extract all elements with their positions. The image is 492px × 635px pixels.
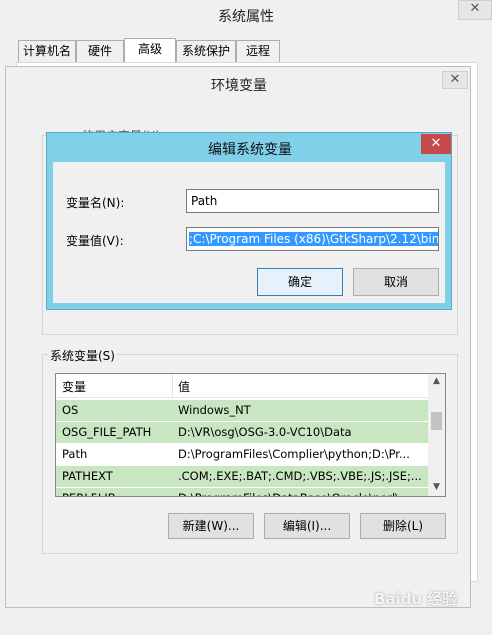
chevron-down-icon[interactable]: ▼ — [428, 482, 445, 492]
row-variable-value: .COM;.EXE;.BAT;.CMD;.VBS;.VBE;.JS;.JSE;.… — [178, 469, 422, 483]
table-row[interactable]: OSG_FILE_PATH D:\VR\osg\OSG-3.0-VC10\Data — [56, 422, 428, 443]
row-variable-name: PERL5LIB — [62, 488, 116, 496]
tab-hardware[interactable]: 硬件 — [76, 40, 124, 62]
baidu-watermark: Baidu 经验 — [374, 590, 458, 608]
edit-variable-button[interactable]: 编辑(I)... — [264, 513, 350, 539]
tab-remote[interactable]: 远程 — [236, 40, 280, 62]
edit-dialog-cancel-button[interactable]: 取消 — [353, 268, 439, 296]
system-properties-title: 系统属性 — [218, 9, 274, 25]
row-variable-name: PATHEXT — [62, 469, 113, 483]
environment-variables-title: 环境变量 — [211, 78, 267, 94]
system-variables-list[interactable]: 变量 值 OS Windows_NT OSG_FILE_PATH D:\VR\osg\… — [55, 373, 446, 497]
delete-variable-button[interactable]: 删除(L) — [360, 513, 446, 539]
close-icon: ✕ — [449, 72, 461, 87]
system-properties-close-button[interactable]: ✕ — [458, 0, 492, 20]
edit-dialog-ok-button[interactable]: 确定 — [257, 268, 343, 296]
table-row[interactable]: PATHEXT .COM;.EXE;.BAT;.CMD;.VBS;.VBE;.JS… — [56, 466, 428, 487]
row-variable-value: D:\ProgramFiles\Complier\python;D:\Pr... — [178, 447, 410, 461]
close-icon: ✕ — [469, 1, 481, 16]
new-variable-button[interactable]: 新建(W)... — [168, 513, 254, 539]
column-header-value[interactable]: 值 — [178, 378, 190, 395]
column-header-variable[interactable]: 变量 — [62, 378, 170, 395]
edit-dialog-title: 编辑系统变量 — [208, 142, 292, 158]
variable-value-input[interactable]: ;C:\Program Files (x86)\GtkSharp\2.12\bi… — [186, 227, 439, 251]
tab-strip: 计算机名 硬件 高级 系统保护 远程 — [18, 38, 288, 64]
row-variable-name: OS — [62, 403, 79, 417]
tab-computer-name[interactable]: 计算机名 — [18, 40, 76, 62]
edit-dialog-body: 变量名(N): Path 变量值(V): ;C:\Program Files (… — [53, 162, 445, 303]
row-variable-name: Path — [62, 447, 88, 461]
system-variables-label: 系统变量(S) — [48, 347, 117, 364]
edit-system-variable-dialog: 编辑系统变量 ✕ 变量名(N): Path 变量值(V): ;C:\Progra… — [46, 132, 452, 310]
column-divider — [172, 374, 173, 398]
tab-system-protection[interactable]: 系统保护 — [176, 40, 236, 62]
tab-advanced[interactable]: 高级 — [124, 38, 176, 62]
variable-name-input[interactable]: Path — [186, 189, 439, 213]
row-variable-name: OSG_FILE_PATH — [62, 425, 152, 439]
environment-variables-close-button[interactable]: ✕ — [442, 71, 468, 89]
close-icon: ✕ — [430, 136, 442, 151]
row-variable-value: D:\VR\osg\OSG-3.0-VC10\Data — [178, 425, 352, 439]
table-row[interactable]: Path D:\ProgramFiles\Complier\python;D:\P… — [56, 444, 428, 465]
table-row[interactable]: PERL5LIB D:\ProgramFiles\DataBase\Oracle\… — [56, 488, 428, 496]
list-scrollbar[interactable]: ▲ ▼ — [428, 374, 445, 496]
row-variable-value: D:\ProgramFiles\DataBase\Oracle\perl\... — [178, 488, 426, 496]
chevron-up-icon[interactable]: ▲ — [428, 376, 445, 386]
table-row[interactable]: OS Windows_NT — [56, 400, 428, 421]
list-header: 变量 值 — [56, 374, 428, 398]
variable-value-label: 变量值(V): — [66, 234, 124, 248]
variable-name-label: 变量名(N): — [66, 196, 125, 210]
scroll-thumb[interactable] — [431, 412, 442, 430]
edit-dialog-close-button[interactable]: ✕ — [421, 134, 451, 154]
row-variable-value: Windows_NT — [178, 403, 251, 417]
variable-value-selection: ;C:\Program Files (x86)\GtkSharp\2.12\bi… — [189, 232, 438, 246]
